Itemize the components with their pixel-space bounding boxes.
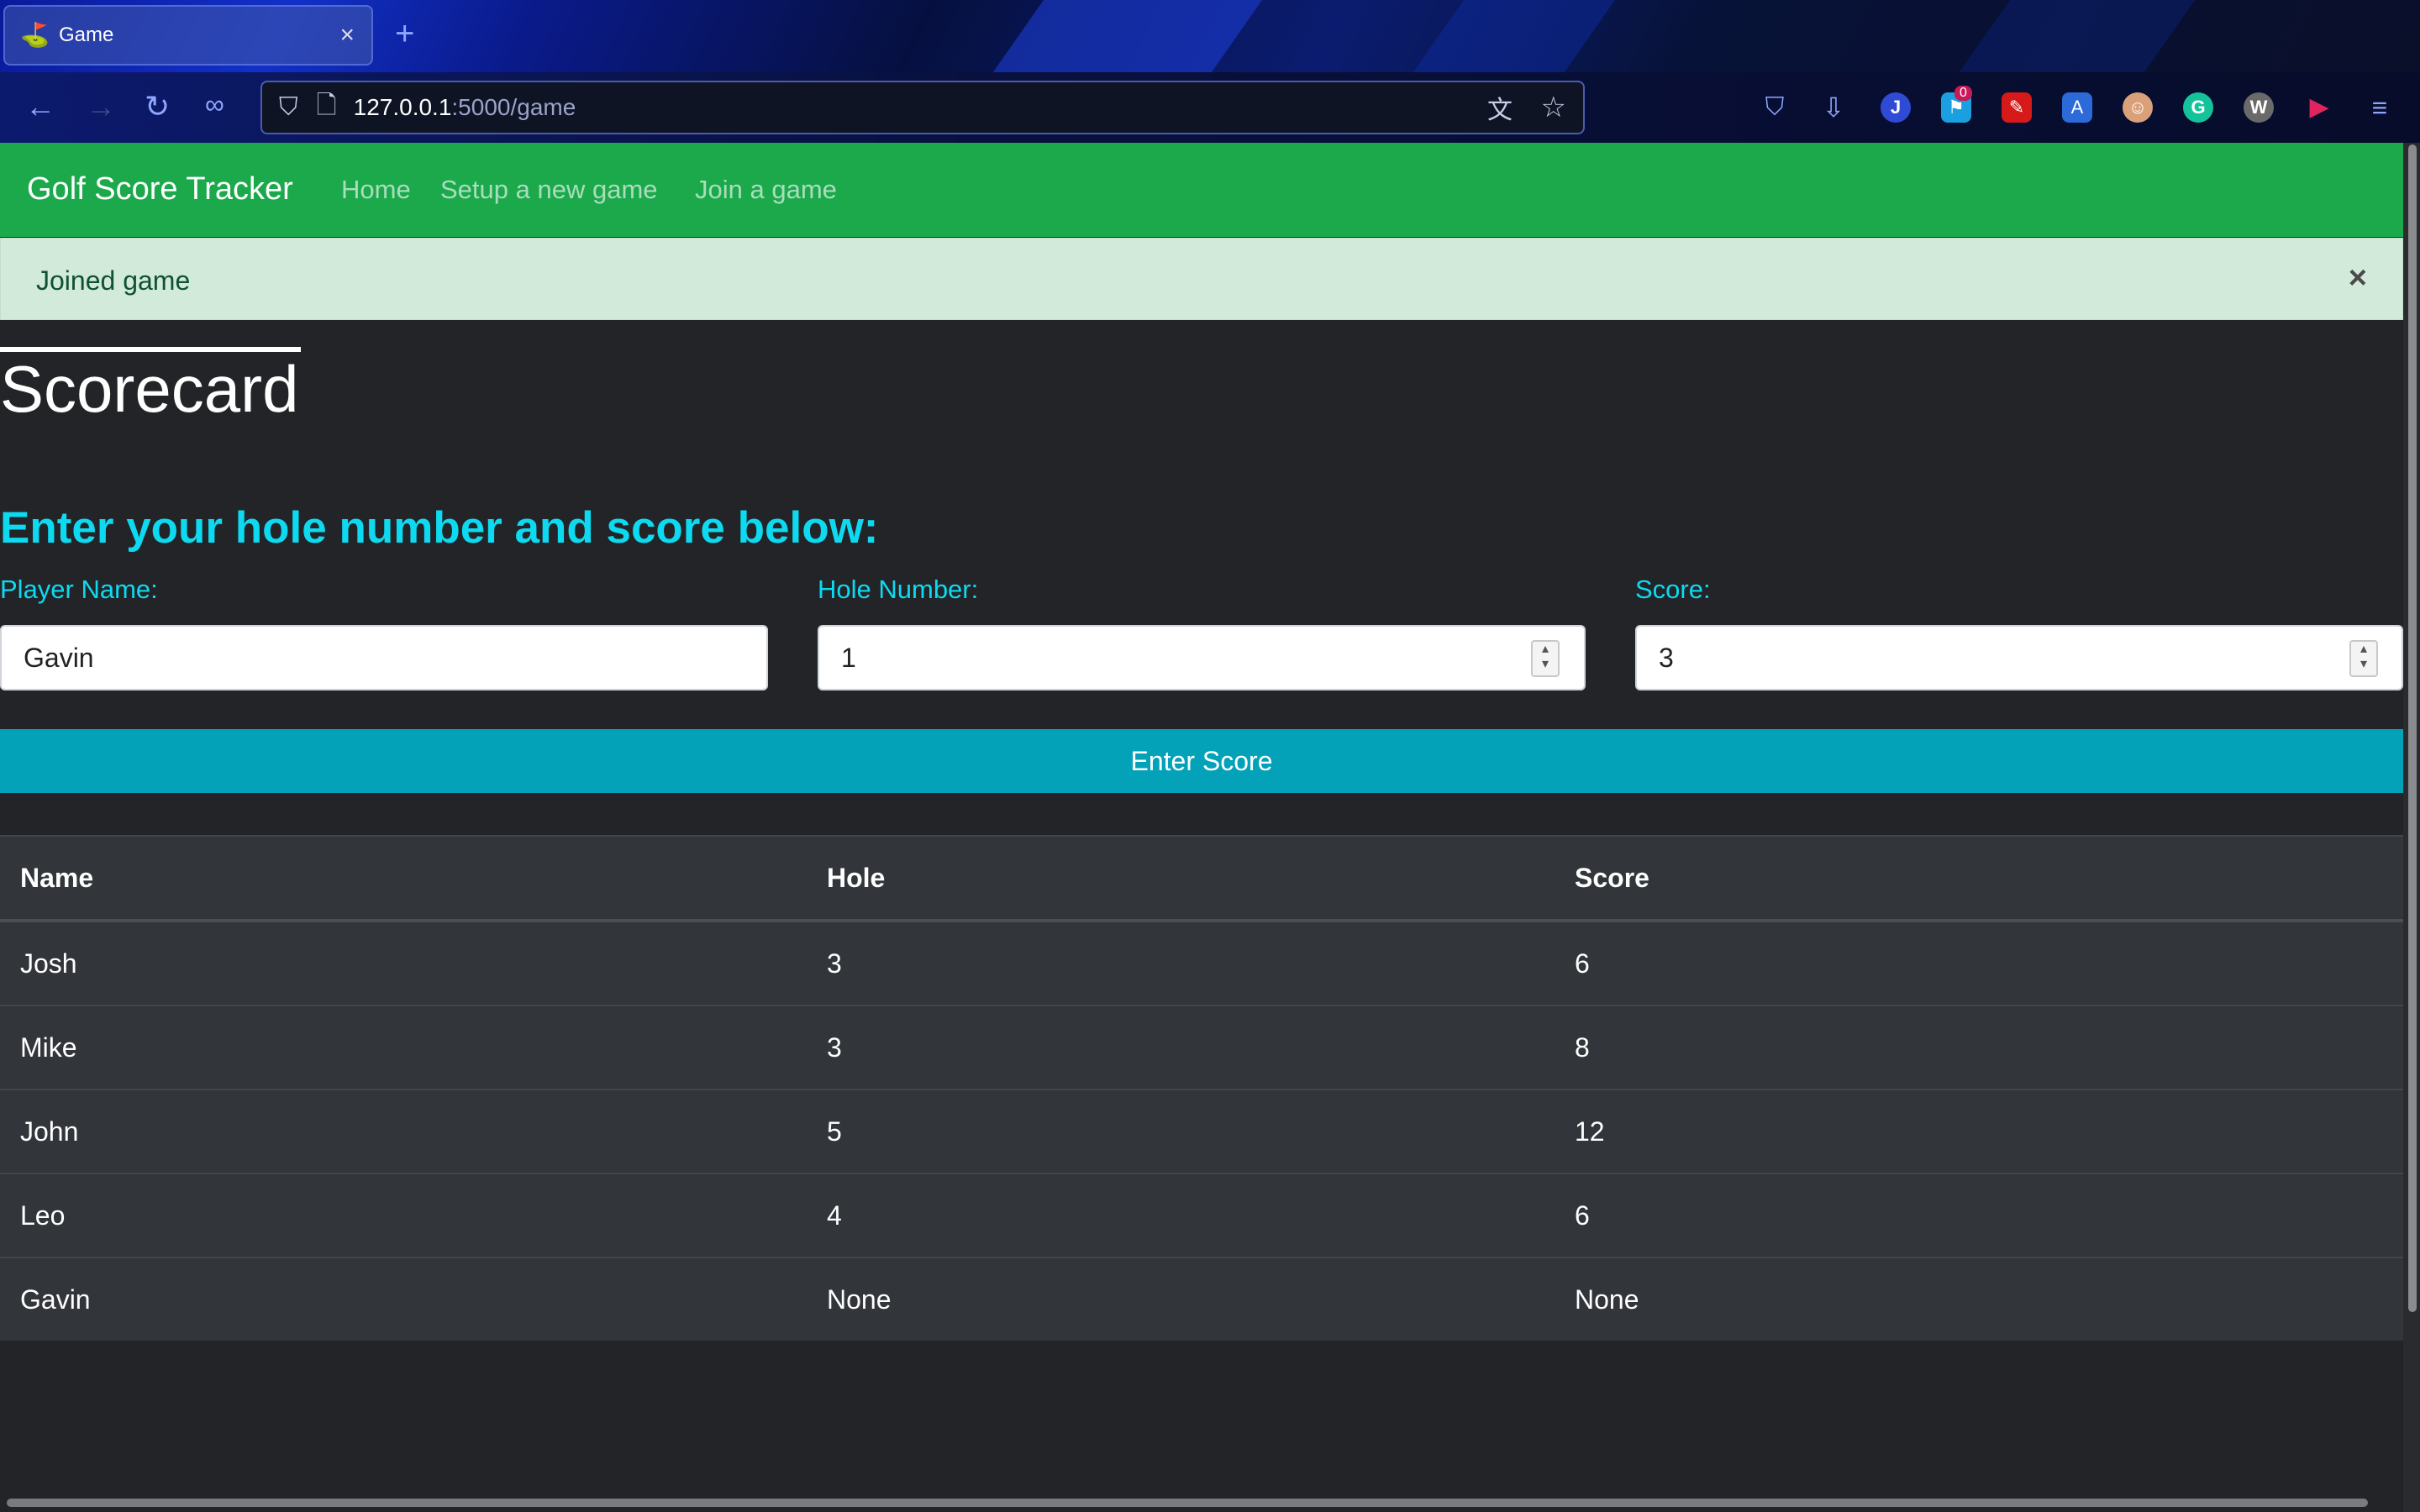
translate-extension-icon[interactable]: A xyxy=(2062,92,2092,123)
site-navbar: Golf Score Tracker Home Setup a new game… xyxy=(0,143,2403,237)
bookmark-star-icon[interactable]: ☆ xyxy=(1541,91,1566,124)
grammarly-icon[interactable]: G xyxy=(2183,92,2213,123)
column-header-score: Score xyxy=(1575,835,2403,922)
horizontal-scrollbar-thumb[interactable] xyxy=(7,1499,2368,1507)
golf-flag-icon: ⛳ xyxy=(20,22,50,48)
table-header-row: Name Hole Score xyxy=(0,835,2403,922)
table-row: Mike 3 8 xyxy=(0,1005,2403,1089)
forward-icon[interactable]: → xyxy=(86,89,116,124)
table-row: Leo 4 6 xyxy=(0,1173,2403,1257)
extension-w-icon[interactable]: W xyxy=(2244,92,2274,123)
column-header-name: Name xyxy=(0,835,827,922)
downloads-icon[interactable]: ⇩ xyxy=(1818,92,1849,123)
extension-badge: 0 xyxy=(1954,86,1972,101)
player-name-label: Player Name: xyxy=(0,575,158,604)
enter-score-button[interactable]: Enter Score xyxy=(0,729,2403,793)
alert-close-icon[interactable]: × xyxy=(2349,260,2367,297)
translate-icon[interactable]: 文 xyxy=(1487,89,1512,126)
table-row: Gavin None None xyxy=(0,1257,2403,1341)
player-name-input[interactable] xyxy=(0,625,768,690)
nav-setup-game-link[interactable]: Setup a new game xyxy=(440,175,658,205)
tab-title: Game xyxy=(59,24,114,46)
vertical-scrollbar-thumb[interactable] xyxy=(2408,144,2417,1312)
score-stepper[interactable]: ▴ ▾ xyxy=(2349,640,2378,677)
cell-score: 6 xyxy=(1575,920,2403,1005)
cell-hole: 5 xyxy=(827,1089,1575,1173)
hole-number-label: Hole Number: xyxy=(818,575,979,604)
cell-hole: 4 xyxy=(827,1173,1575,1257)
alert-message: Joined game xyxy=(36,265,191,296)
page-info-icon[interactable]: 🗋 xyxy=(317,87,337,129)
extension-pen-icon[interactable]: ✎ xyxy=(2002,92,2032,123)
score-input[interactable] xyxy=(1635,625,2403,690)
url-host: 127.0.0.1 xyxy=(353,94,452,120)
reload-icon[interactable]: ↻ xyxy=(145,89,170,124)
tracking-shield-icon[interactable]: ⛉ xyxy=(279,93,298,122)
menu-icon[interactable]: ≡ xyxy=(2365,92,2395,123)
cell-hole: 3 xyxy=(827,920,1575,1005)
url-path: :5000/game xyxy=(451,94,576,120)
cell-name: Mike xyxy=(0,1005,827,1089)
page-content: Golf Score Tracker Home Setup a new game… xyxy=(0,143,2403,1512)
address-bar[interactable]: ⛉ 🗋 127.0.0.1 :5000/game 文 ☆ xyxy=(260,81,1585,134)
cell-name: Leo xyxy=(0,1173,827,1257)
browser-tab[interactable]: ⛳ Game × xyxy=(3,5,373,66)
pocket-icon[interactable]: ⛉ xyxy=(1760,92,1790,123)
hole-number-stepper[interactable]: ▴ ▾ xyxy=(1531,640,1560,677)
hole-number-input[interactable] xyxy=(818,625,1586,690)
page-title: Scorecard xyxy=(0,352,299,426)
browser-tab-strip: ⛳ Game × + xyxy=(0,0,2420,134)
extension-play-icon[interactable]: ▶ xyxy=(2304,92,2334,123)
cell-name: John xyxy=(0,1089,827,1173)
cell-hole: 3 xyxy=(827,1005,1575,1089)
cell-name: Josh xyxy=(0,920,827,1005)
success-alert: Joined game × xyxy=(0,238,2403,320)
cell-score: 6 xyxy=(1575,1173,2403,1257)
cell-score: None xyxy=(1575,1257,2403,1341)
cell-name: Gavin xyxy=(0,1257,827,1341)
private-mask-icon[interactable]: ∞ xyxy=(205,89,224,120)
cell-score: 12 xyxy=(1575,1089,2403,1173)
site-brand[interactable]: Golf Score Tracker xyxy=(27,171,293,207)
back-icon[interactable]: ← xyxy=(25,89,55,124)
tab-close-icon[interactable]: × xyxy=(339,21,355,50)
table-row: Josh 3 6 xyxy=(0,920,2403,1005)
table-row: John 5 12 xyxy=(0,1089,2403,1173)
extension-face-icon[interactable]: ☺ xyxy=(2123,92,2153,123)
cell-score: 8 xyxy=(1575,1005,2403,1089)
nav-join-game-link[interactable]: Join a game xyxy=(695,175,837,205)
nav-home-link[interactable]: Home xyxy=(341,175,411,205)
cell-hole: None xyxy=(827,1257,1575,1341)
new-tab-icon[interactable]: + xyxy=(395,15,414,53)
column-header-hole: Hole xyxy=(827,835,1575,922)
scorecard-table: Name Hole Score Josh 3 6 Mike 3 8 John 5… xyxy=(0,835,2403,1341)
form-instructions: Enter your hole number and score below: xyxy=(0,503,879,553)
extension-j-icon[interactable]: J xyxy=(1881,92,1911,123)
score-label: Score: xyxy=(1635,575,1711,604)
